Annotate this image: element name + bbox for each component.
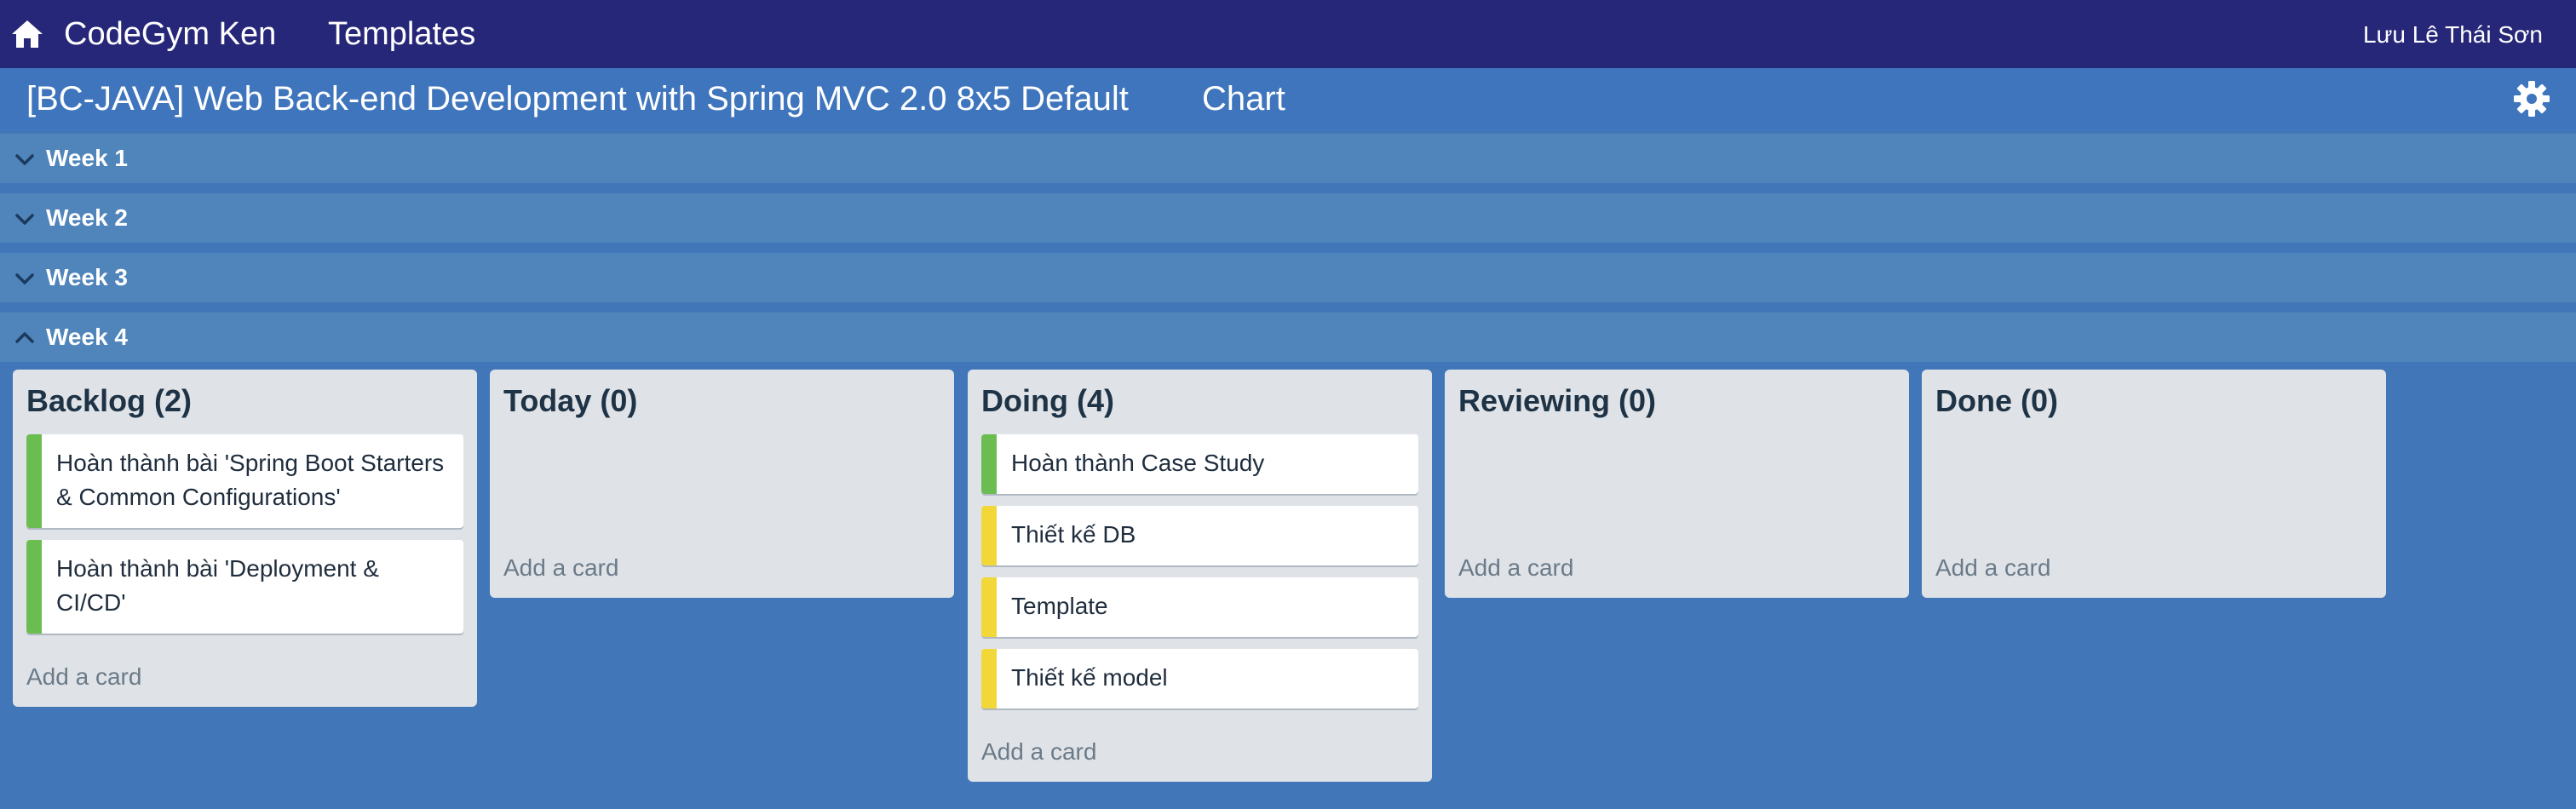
board-header: [BC-JAVA] Web Back-end Development with … [0, 68, 2576, 129]
card-label-green [26, 434, 42, 528]
list-title: Done (0) [1935, 383, 2058, 418]
card-label-green [26, 540, 42, 634]
list-done: Done (0) Add a card [1922, 370, 2386, 598]
week-row-4[interactable]: Week 4 [0, 313, 2576, 362]
add-card-button[interactable]: Add a card [503, 554, 618, 582]
list-backlog: Backlog (2) Hoàn thành bài 'Spring Boot … [13, 370, 477, 707]
gear-icon[interactable] [2513, 80, 2550, 118]
list-title: Reviewing (0) [1458, 383, 1657, 418]
add-card-button[interactable]: Add a card [981, 737, 1096, 766]
week-label: Week 1 [46, 145, 128, 171]
list-title: Backlog (2) [26, 383, 193, 418]
card-label-yellow [981, 506, 997, 565]
list-title: Doing (4) [981, 383, 1114, 418]
card[interactable]: Thiết kế model [981, 649, 1418, 709]
home-icon[interactable] [10, 17, 44, 51]
list-reviewing: Reviewing (0) Add a card [1445, 370, 1909, 598]
chevron-down-icon [15, 273, 34, 284]
card-text: Thiết kế DB [1011, 521, 1136, 548]
card-label-green [981, 434, 997, 494]
week-label: Week 2 [46, 204, 128, 231]
list-title: Today (0) [503, 383, 638, 418]
card-text: Thiết kế model [1011, 664, 1168, 691]
list-doing: Doing (4) Hoàn thành Case Study Thiết kế… [968, 370, 1432, 782]
week-label: Week 3 [46, 264, 128, 290]
card[interactable]: Hoàn thành bài 'Deployment & CI/CD' [26, 540, 463, 634]
user-menu[interactable]: Lưu Lê Thái Sơn [2363, 20, 2543, 49]
chevron-down-icon [15, 214, 34, 225]
chart-link[interactable]: Chart [1202, 78, 1285, 119]
card[interactable]: Template [981, 577, 1418, 637]
card[interactable]: Thiết kế DB [981, 506, 1418, 565]
templates-link[interactable]: Templates [328, 15, 475, 53]
chevron-up-icon [15, 332, 34, 343]
board-title: [BC-JAVA] Web Back-end Development with … [26, 80, 1129, 118]
week-row-2[interactable]: Week 2 [0, 193, 2576, 243]
top-nav-bar: CodeGym Ken Templates Lưu Lê Thái Sơn [0, 0, 2576, 68]
card-text: Hoàn thành bài 'Deployment & CI/CD' [56, 555, 379, 616]
add-card-button[interactable]: Add a card [1458, 554, 1573, 582]
card-text: Hoàn thành bài 'Spring Boot Starters & C… [56, 450, 445, 510]
card[interactable]: Hoàn thành Case Study [981, 434, 1418, 494]
week-row-1[interactable]: Week 1 [0, 134, 2576, 183]
week-row-3[interactable]: Week 3 [0, 253, 2576, 302]
card-label-yellow [981, 649, 997, 709]
add-card-button[interactable]: Add a card [26, 663, 141, 691]
card-text: Template [1011, 593, 1108, 619]
card[interactable]: Hoàn thành bài 'Spring Boot Starters & C… [26, 434, 463, 528]
week-label: Week 4 [46, 324, 128, 350]
brand-link[interactable]: CodeGym Ken [64, 15, 276, 53]
card-label-yellow [981, 577, 997, 637]
chevron-down-icon [15, 154, 34, 165]
list-today: Today (0) Add a card [490, 370, 954, 598]
add-card-button[interactable]: Add a card [1935, 554, 2050, 582]
card-text: Hoàn thành Case Study [1011, 450, 1265, 476]
